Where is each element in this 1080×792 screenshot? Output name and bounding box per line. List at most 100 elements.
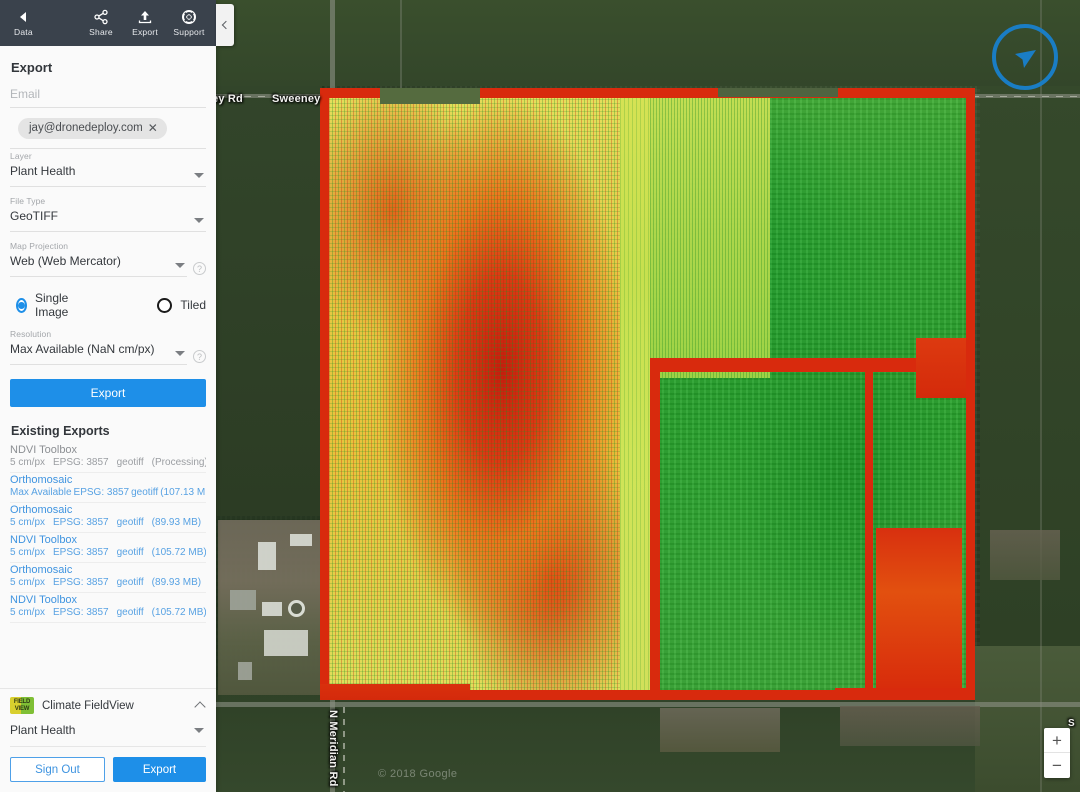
close-icon[interactable]: ✕ [148, 122, 158, 134]
layer-select[interactable]: Plant Health [10, 162, 206, 187]
ndvi-mixed-vigor-region [650, 88, 770, 378]
map-projection-select[interactable]: Web (Web Mercator) [10, 252, 187, 277]
chevron-down-icon[interactable] [194, 727, 204, 733]
export-list-item[interactable]: Orthomosaic 5 cm/px EPSG: 3857 geotiff (89.9… [10, 563, 206, 593]
map-field-plot [216, 0, 1080, 86]
chevron-up-icon[interactable] [195, 700, 206, 711]
export-item-name[interactable]: Orthomosaic [10, 564, 206, 576]
existing-exports-list: NDVI Toolbox 5 cm/px EPSG: 3857 geotiff (Pro… [10, 443, 206, 623]
map-projection-select-value: Web (Web Mercator) [10, 254, 121, 268]
layer-select-label: Layer [10, 151, 32, 161]
export-upload-icon [138, 11, 152, 24]
zoom-in-button[interactable]: + [1044, 728, 1070, 753]
ndvi-edge-notch [380, 88, 480, 104]
fieldview-export-button[interactable]: Export [113, 757, 206, 782]
layer-select-value: Plant Health [10, 164, 76, 178]
support-button[interactable]: Support [172, 0, 206, 46]
fieldview-logo-line2: VIEW [14, 706, 30, 712]
export-item-epsg: EPSG: 3857 [53, 607, 109, 618]
map-zoom-controls[interactable]: + − [1044, 728, 1070, 778]
export-submit-button[interactable]: Export [10, 379, 206, 407]
map-field-plot [216, 86, 322, 516]
export-panel-scroll[interactable]: Export Email jay@dronedeploy.com ✕ Layer… [10, 46, 206, 688]
export-item-size: (107.13 MB) [160, 487, 206, 498]
chevron-down-icon[interactable] [175, 351, 185, 356]
export-list-item[interactable]: Orthomosaic 5 cm/px EPSG: 3857 geotiff (89.9… [10, 503, 206, 533]
export-item-name[interactable]: Orthomosaic [10, 504, 206, 516]
ndvi-low-vigor-region [320, 88, 650, 700]
export-list-item[interactable]: NDVI Toolbox 5 cm/px EPSG: 3857 geotiff (105… [10, 533, 206, 563]
help-icon[interactable]: ? [193, 350, 206, 363]
map-label-street: N Meridian Rd [327, 710, 339, 787]
export-item-format: geotiff [116, 577, 144, 588]
export-item-resolution: 5 cm/px [10, 547, 46, 558]
chevron-down-icon[interactable] [194, 218, 204, 223]
export-item-resolution: 5 cm/px [10, 607, 46, 618]
climate-fieldview-logo: FIELD VIEW [10, 697, 34, 714]
share-button[interactable]: Share [84, 0, 118, 46]
export-list-item[interactable]: NDVI Toolbox 5 cm/px EPSG: 3857 geotiff (105… [10, 593, 206, 623]
ndvi-boundary-stripe [650, 358, 660, 700]
resolution-select-field: Resolution Max Available (NaN cm/px) ? [10, 329, 206, 365]
fieldview-header[interactable]: FIELD VIEW Climate FieldView [10, 697, 206, 714]
export-list-item[interactable]: NDVI Toolbox 5 cm/px EPSG: 3857 geotiff (Pro… [10, 443, 206, 473]
export-list-item[interactable]: Orthomosaic Max Available EPSG: 3857 geotif… [10, 473, 206, 503]
lifebuoy-support-icon [182, 10, 196, 24]
chevron-down-icon[interactable] [194, 173, 204, 178]
image-mode-radio-group: Single Image Tiled [16, 291, 206, 319]
ndvi-edge-notch [718, 88, 838, 97]
ndvi-bare-soil-patch [876, 528, 962, 688]
help-icon[interactable]: ? [193, 262, 206, 275]
chevron-down-icon[interactable] [175, 263, 185, 268]
email-field-wrapper: Email [10, 83, 206, 108]
export-item-name[interactable]: NDVI Toolbox [10, 534, 206, 546]
file-type-select-label: File Type [10, 196, 46, 206]
email-recipient-chip[interactable]: jay@dronedeploy.com ✕ [18, 118, 167, 139]
share-button-label: Share [89, 27, 113, 37]
email-recipient-label: jay@dronedeploy.com [29, 122, 143, 134]
map-road [1040, 0, 1042, 792]
export-item-name[interactable]: NDVI Toolbox [10, 594, 206, 606]
export-toolbar-button[interactable]: Export [128, 0, 162, 46]
radio-single-image[interactable]: Single Image [16, 291, 79, 319]
map-farmstead [660, 708, 780, 752]
export-item-name[interactable]: Orthomosaic [10, 474, 206, 486]
data-back-button[interactable]: Data [0, 0, 43, 46]
zoom-out-button[interactable]: − [1044, 753, 1070, 778]
ndvi-edge-notch [320, 684, 470, 700]
fieldview-layer-select[interactable]: Plant Health [10, 723, 206, 747]
ndvi-boundary-stripe [320, 88, 329, 700]
radio-single-image-label: Single Image [35, 291, 69, 319]
back-arrow-icon [20, 12, 27, 22]
map-projection-select-field: Map Projection Web (Web Mercator) ? [10, 241, 206, 277]
radio-tiled[interactable]: Tiled [157, 297, 206, 313]
map-road [400, 0, 402, 90]
sign-out-button[interactable]: Sign Out [10, 757, 105, 782]
export-item-format: geotiff [116, 547, 144, 558]
file-type-select[interactable]: GeoTIFF [10, 207, 206, 232]
radio-button-icon [157, 297, 173, 313]
email-input[interactable]: Email [10, 83, 206, 107]
email-chip-row: jay@dronedeploy.com ✕ [10, 110, 206, 149]
export-item-resolution: 5 cm/px [10, 457, 46, 468]
export-item-format: geotiff [116, 517, 144, 528]
existing-exports-heading: Existing Exports [11, 424, 110, 438]
export-item-meta: 5 cm/px EPSG: 3857 geotiff (105.72 MB) [10, 547, 206, 558]
map-farmstead [218, 520, 330, 695]
export-item-format: geotiff [116, 457, 144, 468]
export-item-resolution: 5 cm/px [10, 577, 46, 588]
map-farmstead [840, 706, 980, 746]
sidebar-collapse-button[interactable] [216, 4, 234, 46]
export-item-meta: 5 cm/px EPSG: 3857 geotiff (Processing) [10, 457, 206, 468]
resolution-select-label: Resolution [10, 329, 52, 339]
ndvi-boundary-stripe [966, 88, 975, 700]
fieldview-actions: Sign Out Export [10, 757, 206, 782]
export-item-size: (105.72 MB) [151, 547, 206, 558]
resolution-select[interactable]: Max Available (NaN cm/px) [10, 340, 187, 365]
climate-fieldview-section: FIELD VIEW Climate FieldView Plant Healt… [0, 688, 216, 792]
map-silo [288, 600, 305, 617]
chevron-left-icon [221, 20, 231, 30]
export-item-meta: 5 cm/px EPSG: 3857 geotiff (89.93 MB) [10, 577, 206, 588]
plant-health-overlay[interactable] [320, 88, 975, 700]
ndvi-boundary-stripe [865, 364, 873, 700]
